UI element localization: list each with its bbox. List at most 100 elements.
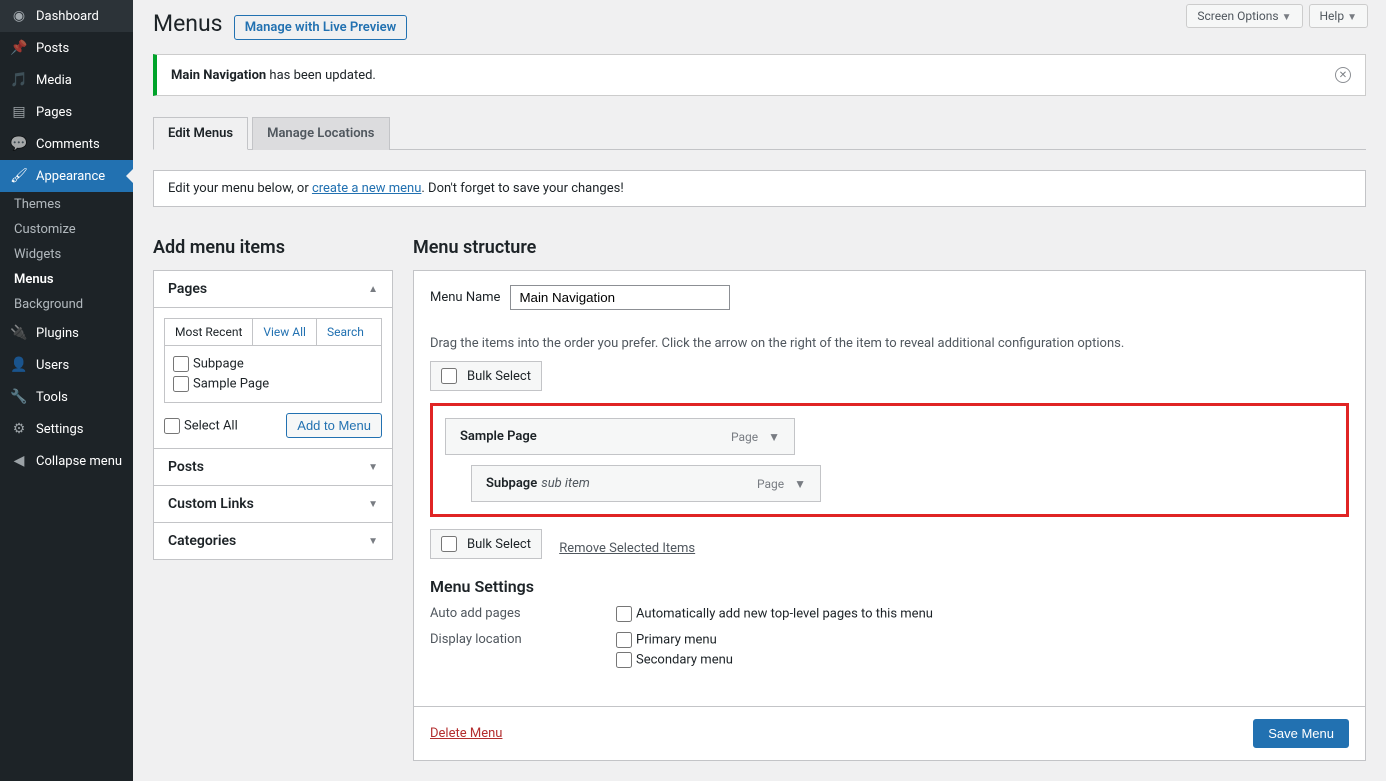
menu-name-input[interactable] [510, 285, 730, 310]
comments-icon: 💬 [10, 135, 28, 153]
sidebar-item-media[interactable]: 🎵Media [0, 64, 133, 96]
label: Help [1320, 9, 1345, 23]
media-icon: 🎵 [10, 71, 28, 89]
chevron-down-icon[interactable]: ▼ [794, 477, 806, 491]
sidebar-label: Users [36, 358, 69, 373]
save-menu-button[interactable]: Save Menu [1253, 719, 1349, 748]
accordion-customlinks-header[interactable]: Custom Links ▼ [154, 486, 392, 523]
sidebar-item-tools[interactable]: 🔧Tools [0, 381, 133, 413]
sidebar-item-dashboard[interactable]: ◉ Dashboard [0, 0, 133, 32]
checkbox[interactable] [173, 356, 189, 372]
menu-settings-heading: Menu Settings [430, 577, 1349, 596]
menu-item-title: Sample Page [460, 429, 537, 444]
checkbox[interactable] [173, 376, 189, 392]
brush-icon: 🖌 [10, 167, 28, 185]
chevron-down-icon[interactable]: ▼ [768, 430, 780, 444]
dismiss-notice-button[interactable]: ✕ [1335, 67, 1351, 83]
page-option[interactable]: Sample Page [173, 374, 373, 394]
sidebar-sub-widgets[interactable]: Widgets [0, 242, 133, 267]
checkbox[interactable] [441, 536, 457, 552]
menu-item-type: Page [731, 430, 758, 444]
auto-add-label: Auto add pages [430, 606, 616, 626]
tab-edit-menus[interactable]: Edit Menus [153, 117, 248, 150]
sidebar-item-appearance[interactable]: 🖌 Appearance [0, 160, 133, 192]
sidebar-item-plugins[interactable]: 🔌Plugins [0, 317, 133, 349]
chevron-down-icon: ▼ [368, 462, 378, 473]
sidebar-sub-customize[interactable]: Customize [0, 217, 133, 242]
page-title: Menus [153, 10, 223, 37]
label: Pages [168, 281, 207, 297]
screen-options-button[interactable]: Screen Options▼ [1186, 4, 1302, 28]
label: Bulk Select [467, 369, 531, 384]
nav-tabs: Edit Menus Manage Locations [153, 116, 1366, 150]
sidebar-label: Comments [36, 137, 100, 152]
label: Subpage [193, 357, 244, 372]
label: Bulk Select [467, 537, 531, 552]
checkbox[interactable] [616, 632, 632, 648]
help-button[interactable]: Help▼ [1309, 4, 1369, 28]
admin-sidebar: ◉ Dashboard 📌Posts 🎵Media ▤Pages 💬 Comment… [0, 0, 133, 781]
location-primary[interactable]: Primary menu [616, 632, 733, 648]
sidebar-label: Dashboard [36, 9, 99, 24]
tab-manage-locations[interactable]: Manage Locations [252, 117, 389, 150]
remove-selected-link[interactable]: Remove Selected Items [559, 541, 695, 556]
menu-item-subtitle: sub item [541, 476, 590, 491]
accordion-pages-header[interactable]: Pages ▲ [154, 271, 392, 308]
drag-hint: Drag the items into the order you prefer… [430, 336, 1349, 351]
checkbox[interactable] [616, 652, 632, 668]
label: Automatically add new top-level pages to… [636, 607, 933, 622]
dashboard-icon: ◉ [10, 7, 28, 25]
sidebar-item-comments[interactable]: 💬 Comments [0, 128, 133, 160]
checkbox[interactable] [164, 418, 180, 434]
collapse-icon: ◀ [10, 452, 28, 470]
pages-icon: ▤ [10, 103, 28, 121]
live-preview-button[interactable]: Manage with Live Preview [234, 15, 407, 40]
location-secondary[interactable]: Secondary menu [616, 652, 733, 668]
sidebar-sub-background[interactable]: Background [0, 292, 133, 317]
create-menu-link[interactable]: create a new menu [312, 181, 421, 196]
sidebar-item-posts[interactable]: 📌Posts [0, 32, 133, 64]
notice-text: has been updated. [266, 68, 376, 83]
select-all[interactable]: Select All [164, 418, 238, 434]
plugin-icon: 🔌 [10, 324, 28, 342]
structure-heading: Menu structure [413, 237, 1366, 258]
inner-tab-search[interactable]: Search [317, 319, 374, 345]
sidebar-item-settings[interactable]: ⚙Settings [0, 413, 133, 445]
inner-tab-recent[interactable]: Most Recent [165, 319, 253, 345]
label: Custom Links [168, 496, 254, 512]
sidebar-sub-menus[interactable]: Menus [0, 267, 133, 292]
label: Categories [168, 533, 236, 549]
menu-item-title: Subpage [486, 476, 537, 491]
chevron-down-icon: ▼ [368, 499, 378, 510]
chevron-up-icon: ▲ [368, 284, 378, 295]
success-notice: Main Navigation has been updated. ✕ [153, 54, 1366, 96]
sidebar-label: Appearance [36, 169, 105, 184]
chevron-down-icon: ▼ [1347, 12, 1357, 23]
checkbox[interactable] [616, 606, 632, 622]
hint-box: Edit your menu below, or create a new me… [153, 170, 1366, 207]
menu-item[interactable]: Subpage sub item Page ▼ [471, 465, 821, 502]
sidebar-label: Posts [36, 41, 69, 56]
menu-name-label: Menu Name [430, 290, 500, 305]
checkbox[interactable] [441, 368, 457, 384]
sidebar-item-users[interactable]: 👤Users [0, 349, 133, 381]
sidebar-item-collapse[interactable]: ◀Collapse menu [0, 445, 133, 477]
page-option[interactable]: Subpage [173, 354, 373, 374]
add-items-heading: Add menu items [153, 237, 393, 258]
menu-editor: Menu Name Drag the items into the order … [413, 270, 1366, 761]
sidebar-sub-themes[interactable]: Themes [0, 192, 133, 217]
label: Secondary menu [636, 653, 733, 668]
sidebar-item-pages[interactable]: ▤Pages [0, 96, 133, 128]
display-location-label: Display location [430, 632, 616, 672]
menu-item[interactable]: Sample Page Page ▼ [445, 418, 795, 455]
auto-add-option[interactable]: Automatically add new top-level pages to… [616, 606, 933, 622]
sidebar-label: Settings [36, 422, 83, 437]
menu-item-type: Page [757, 477, 784, 491]
delete-menu-link[interactable]: Delete Menu [430, 726, 502, 741]
add-to-menu-button[interactable]: Add to Menu [286, 413, 382, 438]
accordion-posts-header[interactable]: Posts▼ [154, 449, 392, 486]
bulk-select-bottom[interactable]: Bulk Select [430, 529, 542, 559]
bulk-select-top[interactable]: Bulk Select [430, 361, 542, 391]
accordion-categories-header[interactable]: Categories▼ [154, 523, 392, 559]
inner-tab-viewall[interactable]: View All [253, 319, 317, 345]
